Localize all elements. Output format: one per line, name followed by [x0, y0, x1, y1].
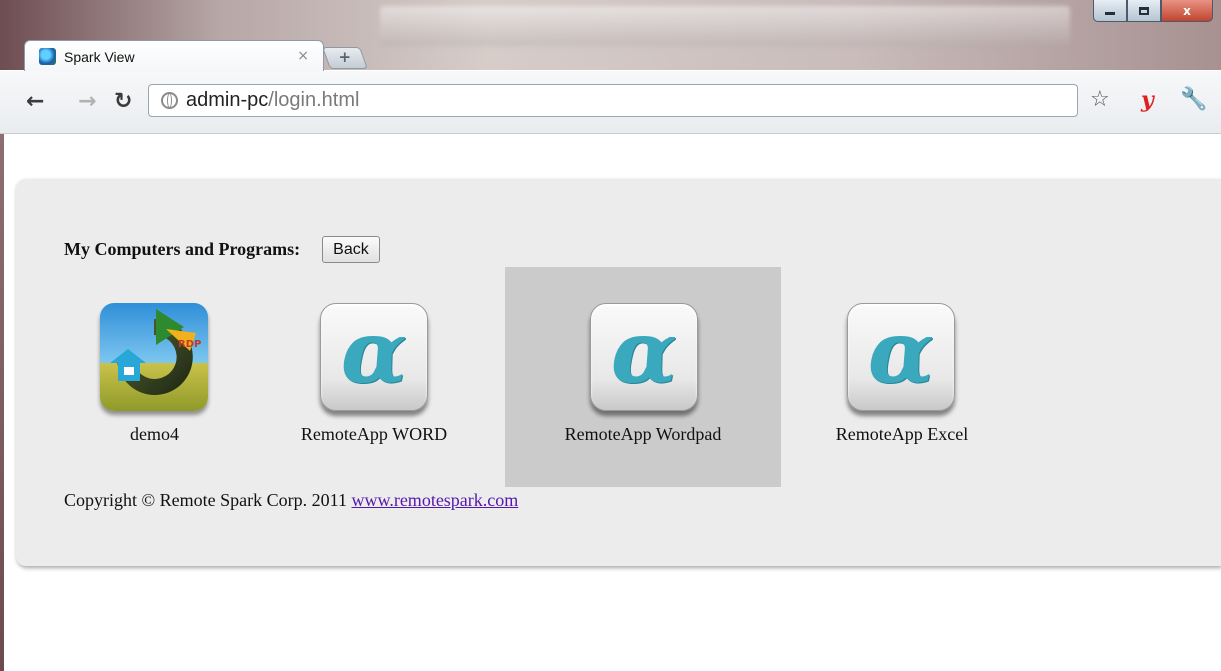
- tab-title: Spark View: [64, 48, 135, 65]
- maximize-icon: [1139, 6, 1149, 15]
- bookmark-star-icon[interactable]: ☆: [1090, 87, 1110, 113]
- remotespark-link[interactable]: www.remotespark.com: [352, 490, 519, 510]
- tab-spark-view[interactable]: Spark View ×: [24, 40, 324, 72]
- copyright-footer: Copyright © Remote Spark Corp. 2011 www.…: [64, 490, 518, 511]
- browser-toolbar: ← → ↻ admin-pc/login.html ☆ y 🔧: [0, 71, 1221, 134]
- window-controls: x: [1093, 0, 1213, 24]
- alpha-icon: α: [590, 303, 698, 411]
- app-label: RemoteApp WORD: [300, 424, 448, 444]
- app-item-remoteapp-wordpad[interactable]: α RemoteApp Wordpad: [505, 267, 781, 487]
- app-icon-wrap: α: [590, 303, 700, 413]
- app-item-remoteapp-excel[interactable]: α RemoteApp Excel: [812, 267, 992, 487]
- app-label: RemoteApp Wordpad: [564, 424, 722, 444]
- rdp-icon: RDP: [100, 303, 208, 411]
- app-icon-wrap: α: [847, 303, 957, 413]
- close-window-button[interactable]: x: [1161, 0, 1213, 22]
- app-icon-wrap: α: [320, 303, 430, 413]
- back-button[interactable]: Back: [322, 236, 380, 263]
- browser-chrome: x Spark View × + ← → ↻ admin-pc/login.ht…: [0, 0, 1221, 134]
- plus-icon: +: [338, 48, 352, 66]
- url-host: admin-pc: [186, 89, 269, 111]
- heading-row: My Computers and Programs: Back: [64, 236, 380, 263]
- back-arrow-icon[interactable]: ←: [26, 91, 44, 113]
- app-label: demo4: [130, 424, 179, 444]
- address-bar[interactable]: admin-pc/login.html: [148, 84, 1078, 117]
- minimize-button[interactable]: [1093, 0, 1127, 22]
- copyright-text: Copyright © Remote Spark Corp. 2011: [64, 490, 347, 510]
- yandex-icon[interactable]: y: [1141, 87, 1154, 113]
- maximize-button[interactable]: [1127, 0, 1161, 22]
- url-text: admin-pc/login.html: [186, 89, 359, 112]
- globe-icon: [161, 92, 178, 109]
- spark-view-favicon-icon: [39, 48, 56, 65]
- alpha-icon: α: [320, 303, 428, 411]
- url-path: /login.html: [268, 89, 360, 111]
- app-label: RemoteApp Excel: [835, 424, 969, 444]
- new-tab-button[interactable]: +: [321, 47, 369, 69]
- background-window-blur: [380, 6, 1070, 46]
- app-icon-wrap: RDP: [100, 303, 210, 413]
- alpha-icon: α: [847, 303, 955, 411]
- svg-text:RDP: RDP: [178, 339, 201, 350]
- app-item-remoteapp-word[interactable]: α RemoteApp WORD: [274, 267, 474, 487]
- page-title: My Computers and Programs:: [64, 239, 301, 259]
- app-item-demo4[interactable]: RDP demo4: [82, 267, 227, 487]
- minimize-icon: [1105, 12, 1115, 15]
- tab-close-icon[interactable]: ×: [297, 48, 309, 64]
- wrench-icon[interactable]: 🔧: [1180, 87, 1207, 113]
- reload-icon[interactable]: ↻: [114, 91, 132, 113]
- forward-arrow-icon[interactable]: →: [78, 91, 96, 113]
- window-left-edge: [0, 134, 4, 671]
